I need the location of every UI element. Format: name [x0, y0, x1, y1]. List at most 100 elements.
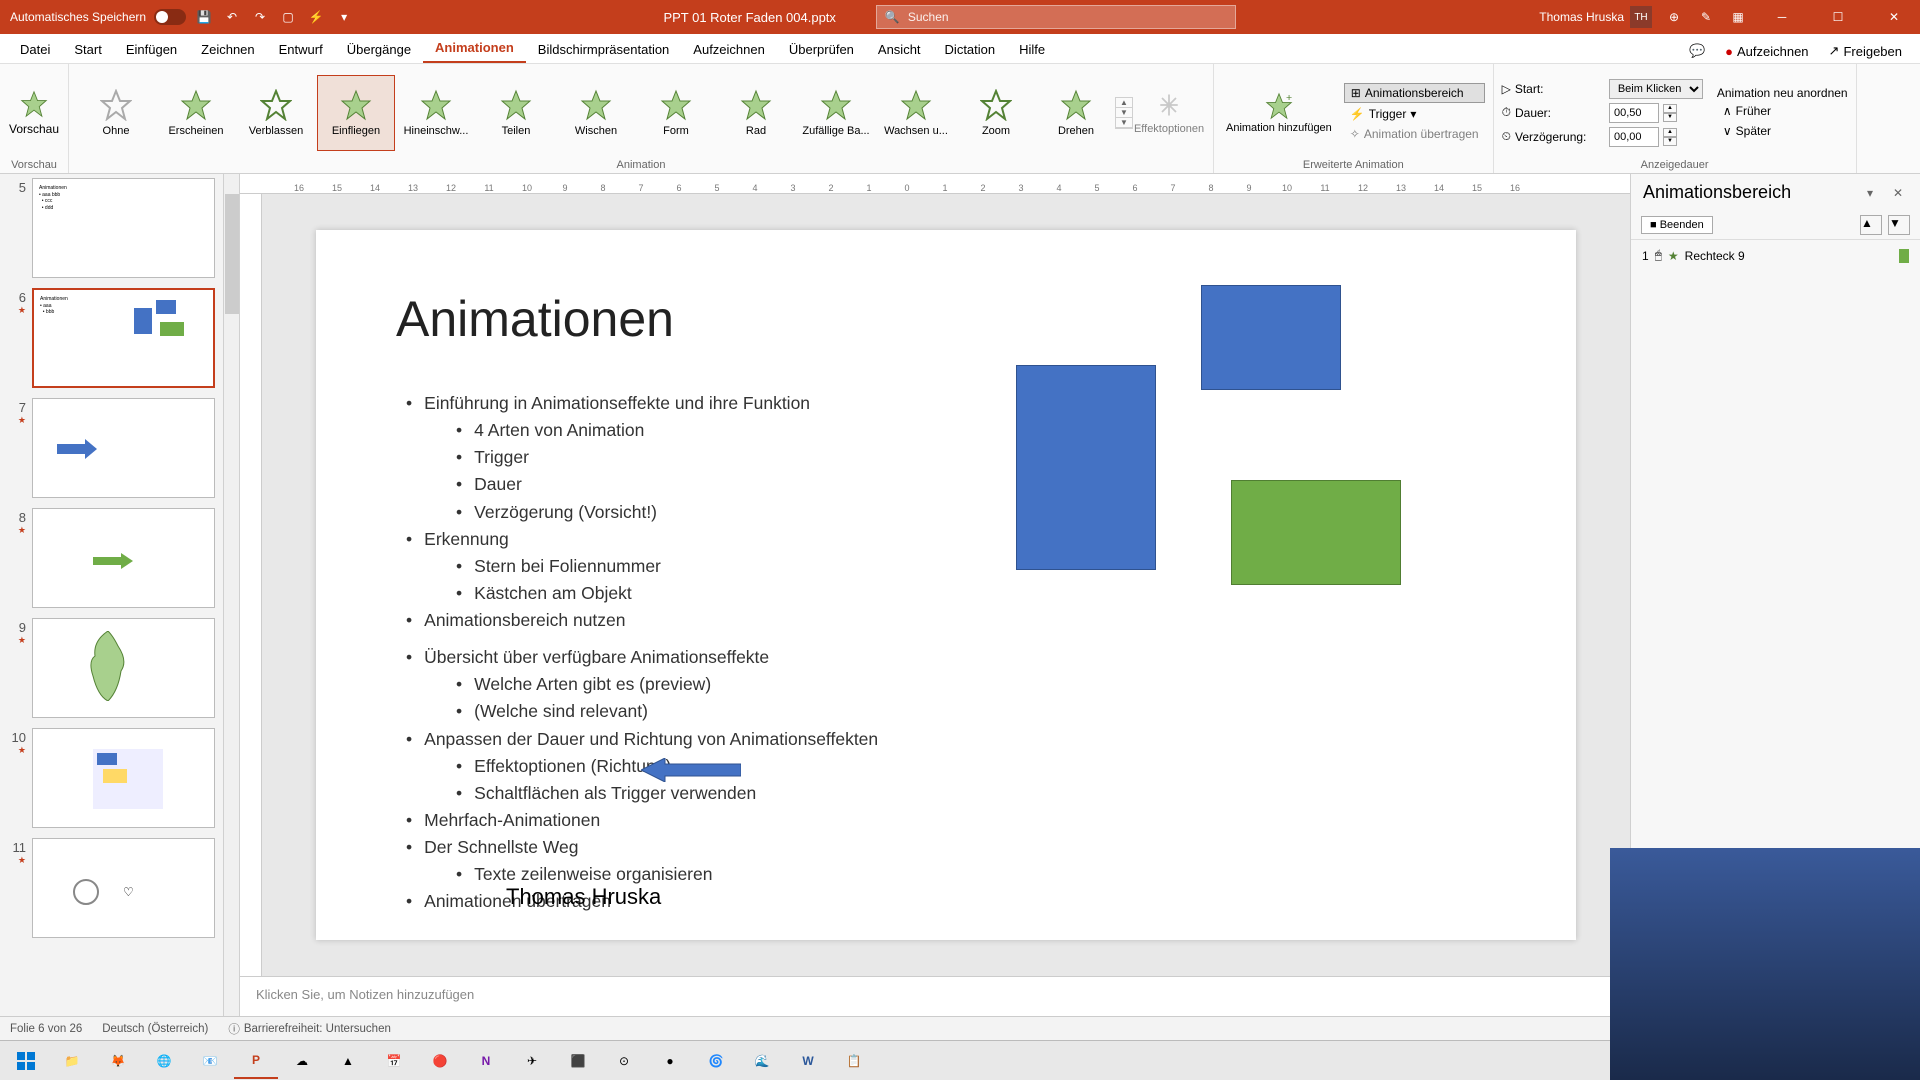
- search-input[interactable]: [908, 10, 1227, 24]
- taskbar-chrome-icon[interactable]: 🌐: [142, 1043, 186, 1079]
- animation-list-item[interactable]: 1 🖱 ★ Rechteck 9: [1635, 244, 1916, 267]
- save-icon[interactable]: 💾: [194, 7, 214, 27]
- quick-access-icon[interactable]: ⚡: [306, 7, 326, 27]
- user-account[interactable]: Thomas Hruska TH: [1539, 6, 1652, 28]
- thumbnail-11[interactable]: 11★♡: [8, 838, 215, 938]
- anim-hineinschweben[interactable]: Hineinschw...: [397, 75, 475, 151]
- anim-form[interactable]: Form: [637, 75, 715, 151]
- anim-ohne[interactable]: Ohne: [77, 75, 155, 151]
- taskbar-app-icon[interactable]: ●: [648, 1043, 692, 1079]
- redo-icon[interactable]: ↷: [250, 7, 270, 27]
- gallery-scroll-up[interactable]: ▲: [1116, 98, 1132, 108]
- window-layout-icon[interactable]: ▦: [1728, 7, 1748, 27]
- qat-more-icon[interactable]: ▾: [334, 7, 354, 27]
- shape-rectangle-blue-wide[interactable]: [1201, 285, 1341, 390]
- taskbar-telegram-icon[interactable]: ✈: [510, 1043, 554, 1079]
- start-menu-button[interactable]: [4, 1043, 48, 1079]
- delay-down[interactable]: ▼: [1663, 137, 1677, 146]
- anim-wachsen[interactable]: Wachsen u...: [877, 75, 955, 151]
- anim-einfliegen[interactable]: Einfliegen: [317, 75, 395, 151]
- taskbar-onenote-icon[interactable]: N: [464, 1043, 508, 1079]
- thumbnail-7[interactable]: 7★: [8, 398, 215, 498]
- delay-up[interactable]: ▲: [1663, 128, 1677, 137]
- present-icon[interactable]: ▢: [278, 7, 298, 27]
- pane-close-icon[interactable]: ✕: [1888, 183, 1908, 203]
- tab-bildschirmpraesentation[interactable]: Bildschirmpräsentation: [526, 36, 682, 63]
- status-language[interactable]: Deutsch (Österreich): [102, 1023, 208, 1035]
- tab-start[interactable]: Start: [62, 36, 113, 63]
- tab-aufzeichnen[interactable]: Aufzeichnen: [681, 36, 777, 63]
- anim-verblassen[interactable]: Verblassen: [237, 75, 315, 151]
- slide-canvas[interactable]: Animationen Einführung in Animationseffe…: [262, 194, 1630, 976]
- animation-pane-toggle[interactable]: ⊞ Animationsbereich: [1344, 83, 1485, 103]
- taskbar-app-icon[interactable]: 🔴: [418, 1043, 462, 1079]
- tab-hilfe[interactable]: Hilfe: [1007, 36, 1057, 63]
- tab-ansicht[interactable]: Ansicht: [866, 36, 933, 63]
- trigger-button[interactable]: ⚡ Trigger ▾: [1344, 105, 1485, 123]
- taskbar-edge-icon[interactable]: 🌊: [740, 1043, 784, 1079]
- duration-up[interactable]: ▲: [1663, 104, 1677, 113]
- taskbar-firefox-icon[interactable]: 🦊: [96, 1043, 140, 1079]
- anim-zufaellige-balken[interactable]: Zufällige Ba...: [797, 75, 875, 151]
- undo-icon[interactable]: ↶: [222, 7, 242, 27]
- taskbar-outlook-icon[interactable]: 📧: [188, 1043, 232, 1079]
- pane-stop-button[interactable]: ■ Beenden: [1641, 216, 1713, 234]
- slide-author[interactable]: Thomas Hruska: [506, 884, 661, 910]
- tab-zeichnen[interactable]: Zeichnen: [189, 36, 266, 63]
- taskbar-powerpoint-icon[interactable]: P: [234, 1043, 278, 1079]
- tab-animationen[interactable]: Animationen: [423, 34, 526, 63]
- taskbar-obs-icon[interactable]: ⊙: [602, 1043, 646, 1079]
- taskbar-app-icon[interactable]: 🌀: [694, 1043, 738, 1079]
- tab-einfuegen[interactable]: Einfügen: [114, 36, 189, 63]
- pane-move-down[interactable]: ▼: [1888, 215, 1910, 235]
- notes-panel[interactable]: Klicken Sie, um Notizen hinzuzufügen: [240, 976, 1630, 1016]
- duration-down[interactable]: ▼: [1663, 113, 1677, 122]
- thumbnail-9[interactable]: 9★: [8, 618, 215, 718]
- animation-painter-button[interactable]: ✧ Animation übertragen: [1344, 125, 1485, 143]
- minimize-button[interactable]: ─: [1760, 0, 1804, 34]
- thumbnail-5[interactable]: 5Animationen• aaa bbb • ccc • ddd: [8, 178, 215, 278]
- delay-input[interactable]: [1609, 127, 1659, 147]
- status-slide-number[interactable]: Folie 6 von 26: [10, 1023, 82, 1035]
- shape-rectangle-green[interactable]: [1231, 480, 1401, 585]
- pane-options-icon[interactable]: ▾: [1860, 183, 1880, 203]
- shape-arrow-left[interactable]: [641, 758, 741, 782]
- tab-dictation[interactable]: Dictation: [933, 36, 1008, 63]
- thumbnail-10[interactable]: 10★: [8, 728, 215, 828]
- anim-rad[interactable]: Rad: [717, 75, 795, 151]
- tab-datei[interactable]: Datei: [8, 36, 62, 63]
- duration-input[interactable]: [1609, 103, 1659, 123]
- anim-zoom[interactable]: Zoom: [957, 75, 1035, 151]
- shape-rectangle-blue-tall[interactable]: [1016, 365, 1156, 570]
- globe-icon[interactable]: ⊕: [1664, 7, 1684, 27]
- tab-uebergaenge[interactable]: Übergänge: [335, 36, 423, 63]
- move-later-button[interactable]: ∨ Später: [1717, 122, 1848, 140]
- tab-entwurf[interactable]: Entwurf: [267, 36, 335, 63]
- gallery-expand[interactable]: ▼: [1116, 118, 1132, 128]
- thumbnails-scrollbar[interactable]: [223, 174, 239, 1016]
- thumbnail-6[interactable]: 6★Animationen• aaa • bbb: [8, 288, 215, 388]
- taskbar-app-icon[interactable]: 📅: [372, 1043, 416, 1079]
- maximize-button[interactable]: ☐: [1816, 0, 1860, 34]
- anim-erscheinen[interactable]: Erscheinen: [157, 75, 235, 151]
- close-button[interactable]: ✕: [1872, 0, 1916, 34]
- anim-teilen[interactable]: Teilen: [477, 75, 555, 151]
- taskbar-app-icon[interactable]: 📋: [832, 1043, 876, 1079]
- slide-title[interactable]: Animationen: [396, 290, 674, 348]
- taskbar-vlc-icon[interactable]: ▲: [326, 1043, 370, 1079]
- taskbar-app-icon[interactable]: ☁: [280, 1043, 324, 1079]
- effect-options-button[interactable]: Effektoptionen: [1133, 87, 1205, 139]
- taskbar-explorer-icon[interactable]: 📁: [50, 1043, 94, 1079]
- start-select[interactable]: Beim Klicken: [1609, 79, 1703, 99]
- tab-ueberpruefen[interactable]: Überprüfen: [777, 36, 866, 63]
- pen-icon[interactable]: ✎: [1696, 7, 1716, 27]
- autosave-toggle[interactable]: [154, 9, 186, 25]
- move-earlier-button[interactable]: ∧ Früher: [1717, 102, 1848, 120]
- share-button[interactable]: ↗ Freigeben: [1819, 39, 1912, 63]
- anim-wischen[interactable]: Wischen: [557, 75, 635, 151]
- search-box[interactable]: 🔍: [876, 5, 1236, 29]
- taskbar-word-icon[interactable]: W: [786, 1043, 830, 1079]
- comments-button[interactable]: 💬: [1679, 39, 1715, 63]
- thumbnail-8[interactable]: 8★: [8, 508, 215, 608]
- status-accessibility[interactable]: ⓘ Barrierefreiheit: Untersuchen: [228, 1021, 391, 1037]
